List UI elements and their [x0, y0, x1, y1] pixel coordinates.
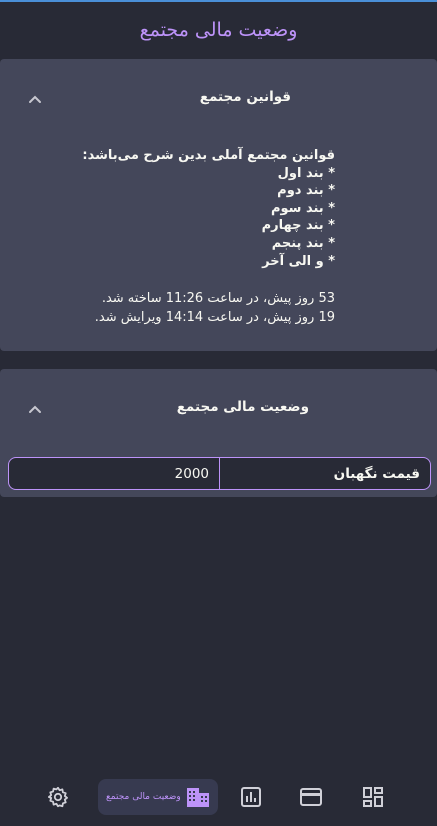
rules-line: * و الی آخر	[262, 253, 335, 269]
rules-meta: 53 روز پیش، در ساعت 11:26 ساخته شد. 19 ر…	[95, 289, 335, 327]
guard-price-label: قیمت نگهبان	[219, 458, 430, 489]
bottom-navigation: وضعیت مالی مجتمع	[0, 768, 437, 826]
chart-icon	[241, 787, 261, 807]
settings-icon	[48, 786, 68, 808]
chevron-up-icon[interactable]	[27, 91, 43, 107]
rules-line: * بند اول	[277, 165, 335, 181]
finance-panel: وضعیت مالی مجتمع قیمت نگهبان 2000	[0, 369, 437, 497]
rules-line: قوانین مجتمع آملی بدین شرح می‌باشد:	[82, 148, 335, 163]
rules-panel-header[interactable]: قوانین مجتمع	[0, 59, 437, 139]
rules-line: * بند سوم	[270, 200, 335, 216]
dashboard-icon	[363, 787, 383, 807]
chevron-up-icon[interactable]	[27, 401, 43, 417]
rules-content: قوانین مجتمع آملی بدین شرح می‌باشد: * بن…	[82, 147, 335, 270]
rules-line: * بند دوم	[277, 183, 335, 199]
rules-line: * بند پنجم	[271, 235, 335, 251]
app-header: وضعیت مالی مجتمع	[0, 2, 437, 58]
building-icon	[187, 788, 209, 807]
nav-payments-button[interactable]	[293, 779, 329, 815]
rules-panel-title: قوانین مجتمع	[199, 89, 291, 105]
nav-reports-button[interactable]	[233, 779, 269, 815]
finance-panel-header[interactable]: وضعیت مالی مجتمع	[0, 369, 437, 449]
nav-settings-button[interactable]	[40, 779, 76, 815]
guard-price-value: 2000	[174, 465, 209, 482]
rules-line: * بند چهارم	[261, 218, 335, 234]
nav-finance-label: وضعیت مالی مجتمع	[106, 792, 181, 802]
nav-dashboard-button[interactable]	[355, 779, 391, 815]
rules-panel: قوانین مجتمع قوانین مجتمع آملی بدین شرح …	[0, 59, 437, 351]
finance-panel-title: وضعیت مالی مجتمع	[176, 399, 309, 415]
nav-finance-button[interactable]: وضعیت مالی مجتمع	[98, 779, 218, 815]
card-icon	[300, 788, 322, 806]
page-title: وضعیت مالی مجتمع	[139, 19, 298, 41]
created-timestamp: 53 روز پیش، در ساعت 11:26 ساخته شد.	[101, 291, 335, 306]
guard-price-field: قیمت نگهبان 2000	[8, 457, 431, 490]
edited-timestamp: 19 روز پیش، در ساعت 14:14 ویرایش شد.	[94, 310, 335, 325]
